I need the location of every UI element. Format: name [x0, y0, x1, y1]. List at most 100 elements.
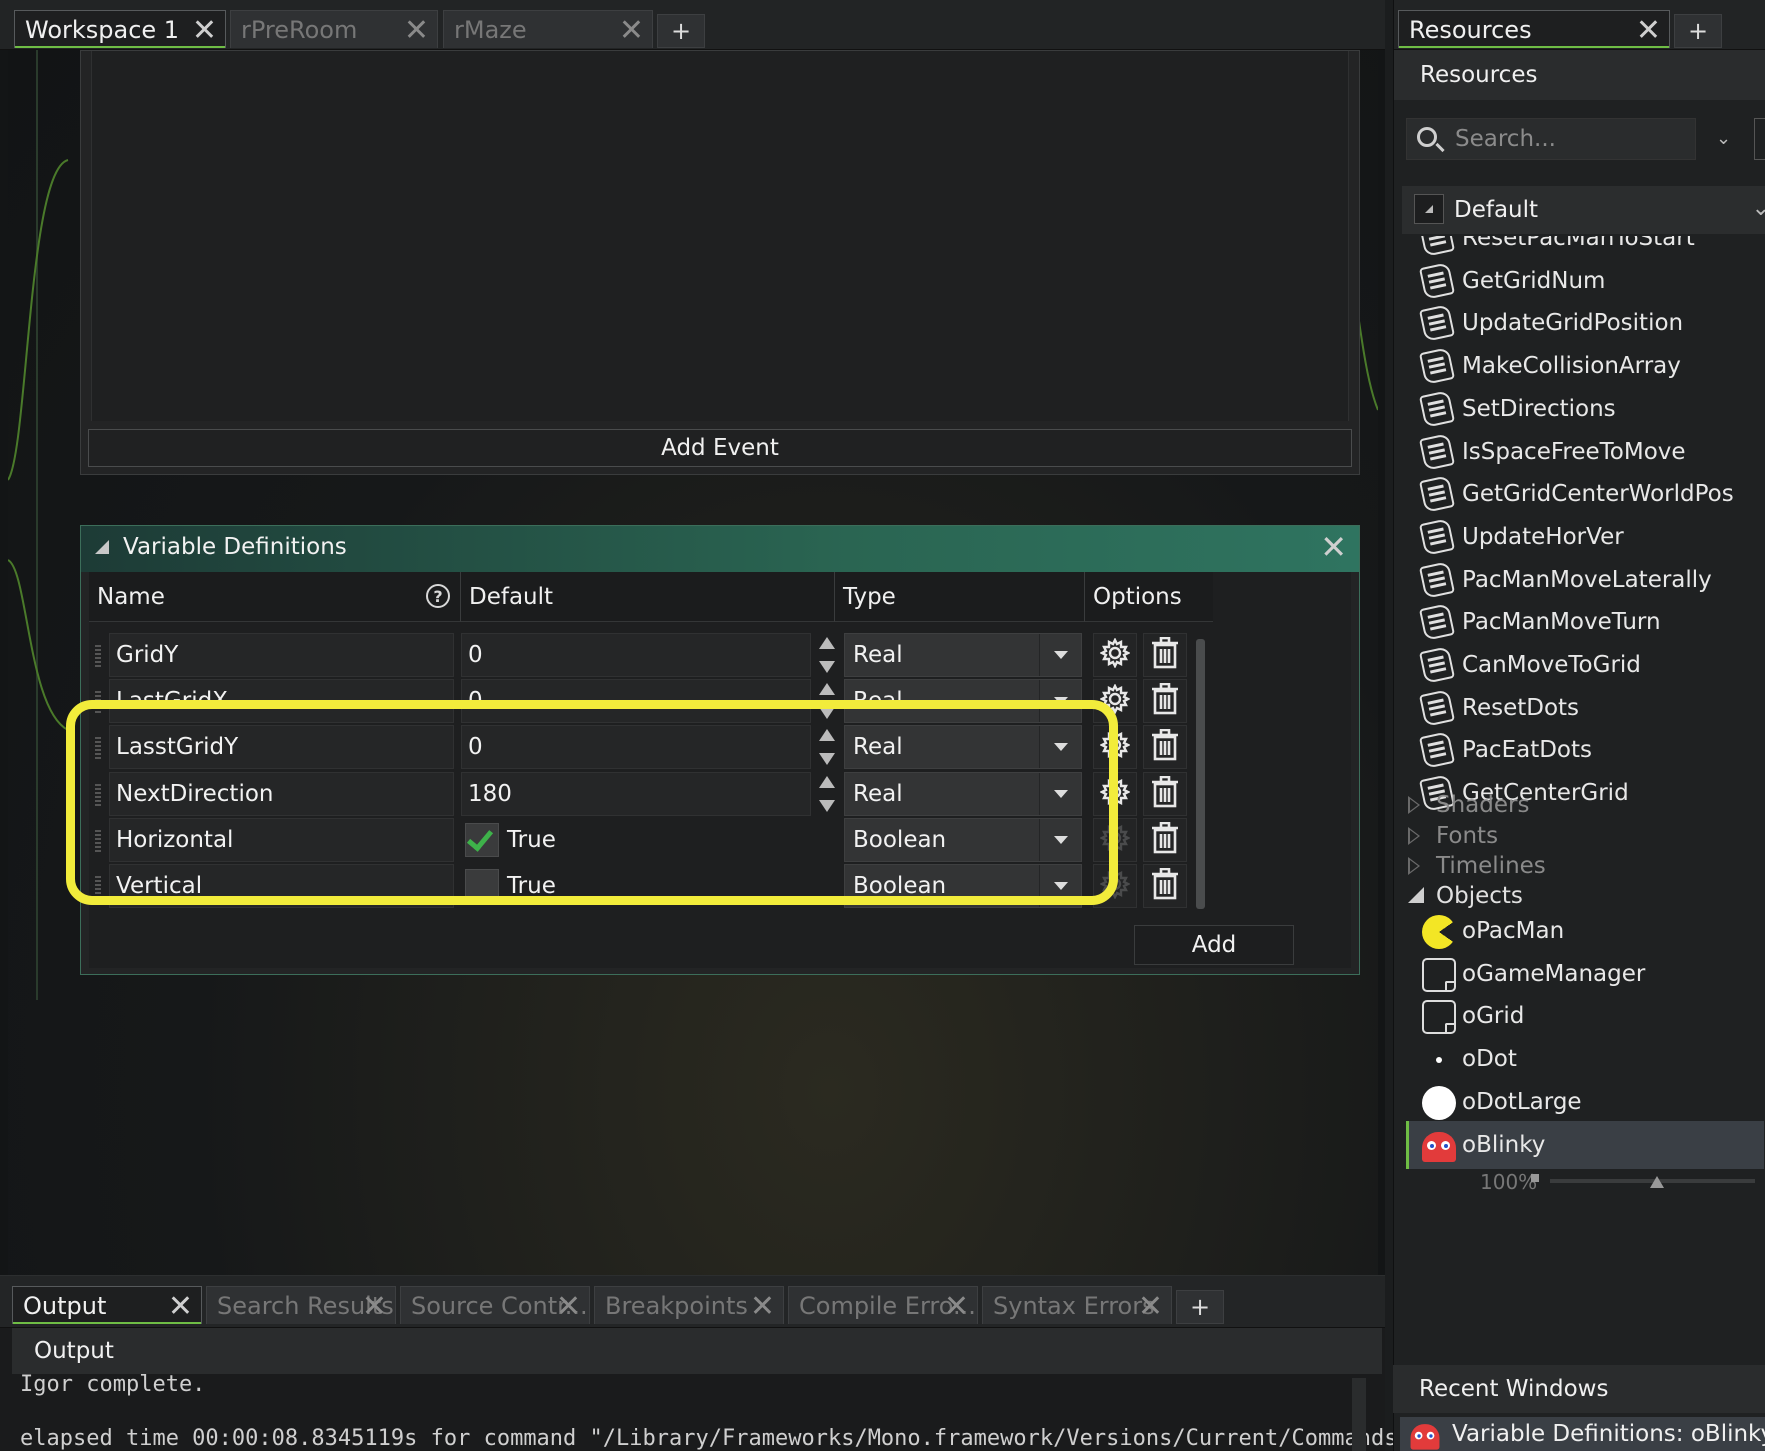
- tab-breakpoints[interactable]: Breakpoints ✕: [594, 1286, 784, 1324]
- resource-label: ResetDots: [1462, 694, 1580, 721]
- scrollbar-thumb[interactable]: [1196, 639, 1205, 909]
- spinner-up-icon[interactable]: [819, 637, 835, 649]
- group-default[interactable]: Default ⌄: [1402, 186, 1765, 234]
- resource-object[interactable]: oGameManager: [1406, 950, 1764, 998]
- resource-label: IsSpaceFreeToMove: [1462, 438, 1686, 465]
- delete-variable-button[interactable]: [1143, 679, 1187, 723]
- resource-script[interactable]: IsSpaceFreeToMove: [1419, 428, 1686, 476]
- highlight-annotation: [66, 700, 1118, 905]
- collapse-icon[interactable]: [1414, 194, 1444, 224]
- recent-windows-header: Recent Windows: [1393, 1365, 1765, 1413]
- close-icon[interactable]: ✕: [1138, 1289, 1163, 1324]
- close-icon[interactable]: ✕: [362, 1289, 387, 1324]
- add-variable-button[interactable]: Add: [1134, 925, 1294, 965]
- resource-label: oGameManager: [1462, 960, 1646, 987]
- zoom-slider[interactable]: [1530, 1170, 1760, 1192]
- close-icon[interactable]: ✕: [1320, 528, 1347, 566]
- tab-rpreroom[interactable]: rPreRoom ✕: [230, 10, 438, 48]
- output-tabbar: Output ✕ Search Results ✕ Source Contr..…: [0, 1276, 1385, 1328]
- tab-output[interactable]: Output ✕: [12, 1286, 202, 1324]
- drag-handle-icon[interactable]: [95, 643, 101, 667]
- delete-variable-button[interactable]: [1143, 864, 1187, 908]
- resource-script[interactable]: SetDirections: [1419, 385, 1616, 433]
- expand-icon[interactable]: [1408, 796, 1420, 814]
- zoom-slider-handle[interactable]: [1650, 1172, 1664, 1188]
- event-list-area[interactable]: [91, 51, 1349, 421]
- output-header: Output: [12, 1328, 1382, 1374]
- tab-syntax-errors[interactable]: Syntax Errors ✕: [982, 1286, 1172, 1324]
- resource-label: MakeCollisionArray: [1462, 353, 1681, 380]
- resource-script[interactable]: ResetDots: [1419, 684, 1580, 732]
- help-icon[interactable]: ?: [426, 584, 450, 608]
- resource-script[interactable]: GetGridNum: [1419, 257, 1605, 305]
- close-icon[interactable]: ✕: [944, 1289, 969, 1324]
- resource-label: oDotLarge: [1462, 1088, 1582, 1115]
- expand-icon[interactable]: [1408, 826, 1420, 845]
- add-event-button[interactable]: Add Event: [88, 429, 1352, 467]
- type-dropdown[interactable]: Real: [844, 633, 1082, 677]
- delete-variable-button[interactable]: [1143, 725, 1187, 769]
- recent-window-item[interactable]: Variable Definitions: oBlinky: [1400, 1417, 1765, 1451]
- search-input[interactable]: Search...: [1406, 118, 1696, 160]
- expand-icon[interactable]: [1408, 857, 1420, 875]
- close-icon[interactable]: ✕: [556, 1289, 581, 1324]
- collapse-icon[interactable]: [95, 540, 109, 554]
- close-icon[interactable]: ✕: [1636, 13, 1661, 48]
- resource-group[interactable]: Shaders: [1406, 788, 1529, 822]
- resource-object[interactable]: oBlinky: [1406, 1120, 1764, 1169]
- scrollbar[interactable]: [1193, 627, 1207, 927]
- resource-script[interactable]: PacManMoveLaterally: [1419, 556, 1712, 604]
- collapse-icon[interactable]: [1408, 887, 1424, 903]
- chevron-down-icon[interactable]: ⌄: [1752, 196, 1765, 221]
- tab-source-control[interactable]: Source Contr... ✕: [400, 1286, 590, 1324]
- filter-button[interactable]: [1754, 118, 1765, 160]
- delete-variable-button[interactable]: [1143, 818, 1187, 862]
- tab-search-results[interactable]: Search Results ✕: [206, 1286, 396, 1324]
- tab-rmaze[interactable]: rMaze ✕: [443, 10, 653, 48]
- tab-workspace-1[interactable]: Workspace 1 ✕: [14, 10, 226, 48]
- default-value-input[interactable]: 0: [461, 633, 811, 677]
- resource-group[interactable]: Fonts: [1406, 819, 1498, 853]
- resource-label: oBlinky: [1462, 1131, 1546, 1158]
- resource-script[interactable]: MakeCollisionArray: [1419, 342, 1681, 390]
- chevron-down-icon[interactable]: ⌄: [1716, 128, 1731, 149]
- delete-variable-button[interactable]: [1143, 772, 1187, 816]
- add-tab-button[interactable]: +: [1176, 1290, 1224, 1324]
- close-icon[interactable]: ✕: [750, 1289, 775, 1324]
- resource-object[interactable]: oPacMan: [1406, 907, 1764, 955]
- close-icon[interactable]: ✕: [192, 13, 217, 48]
- spinner-up-icon[interactable]: [819, 683, 835, 695]
- add-tab-button[interactable]: +: [1674, 14, 1722, 48]
- spinner-down-icon[interactable]: [819, 661, 835, 673]
- resource-object[interactable]: oGrid: [1406, 992, 1764, 1040]
- tab-compile-errors[interactable]: Compile Erro... ✕: [788, 1286, 978, 1324]
- resource-object[interactable]: oDot: [1406, 1035, 1764, 1083]
- resource-group[interactable]: Timelines: [1406, 849, 1546, 883]
- resource-script[interactable]: CanMoveToGrid: [1419, 641, 1641, 689]
- group-label: Shaders: [1436, 792, 1530, 818]
- resource-script[interactable]: UpdateGridPosition: [1419, 299, 1683, 347]
- resource-object[interactable]: oDotLarge: [1406, 1078, 1764, 1126]
- resource-label: PacManMoveLaterally: [1462, 566, 1712, 593]
- variable-options-button[interactable]: [1093, 633, 1137, 677]
- variable-row[interactable]: GridY 0 Real: [89, 629, 1304, 681]
- variable-definitions-header[interactable]: Variable Definitions ✕: [81, 526, 1359, 572]
- close-icon[interactable]: ✕: [168, 1289, 193, 1324]
- resource-script[interactable]: PacEatDots: [1419, 726, 1592, 774]
- resource-script[interactable]: UpdateHorVer: [1419, 513, 1624, 561]
- value-spinner[interactable]: [816, 635, 838, 675]
- scrollbar[interactable]: [1352, 1378, 1366, 1451]
- resource-script[interactable]: GetGridCenterWorldPos: [1419, 470, 1734, 518]
- close-icon[interactable]: ✕: [404, 13, 429, 48]
- workspace-canvas[interactable]: Add Event Variable Definitions ✕ Name ? …: [8, 50, 1378, 1275]
- add-tab-button[interactable]: +: [657, 14, 705, 48]
- variable-name-input[interactable]: GridY: [109, 633, 454, 677]
- delete-variable-button[interactable]: [1143, 633, 1187, 677]
- column-header-default: Default: [461, 572, 835, 622]
- group-label: Fonts: [1436, 822, 1499, 849]
- script-icon: [1419, 304, 1455, 343]
- chevron-down-icon[interactable]: [1039, 634, 1081, 676]
- close-icon[interactable]: ✕: [619, 13, 644, 48]
- tab-resources[interactable]: Resources ✕: [1398, 10, 1670, 48]
- resource-script[interactable]: PacManMoveTurn: [1419, 598, 1661, 646]
